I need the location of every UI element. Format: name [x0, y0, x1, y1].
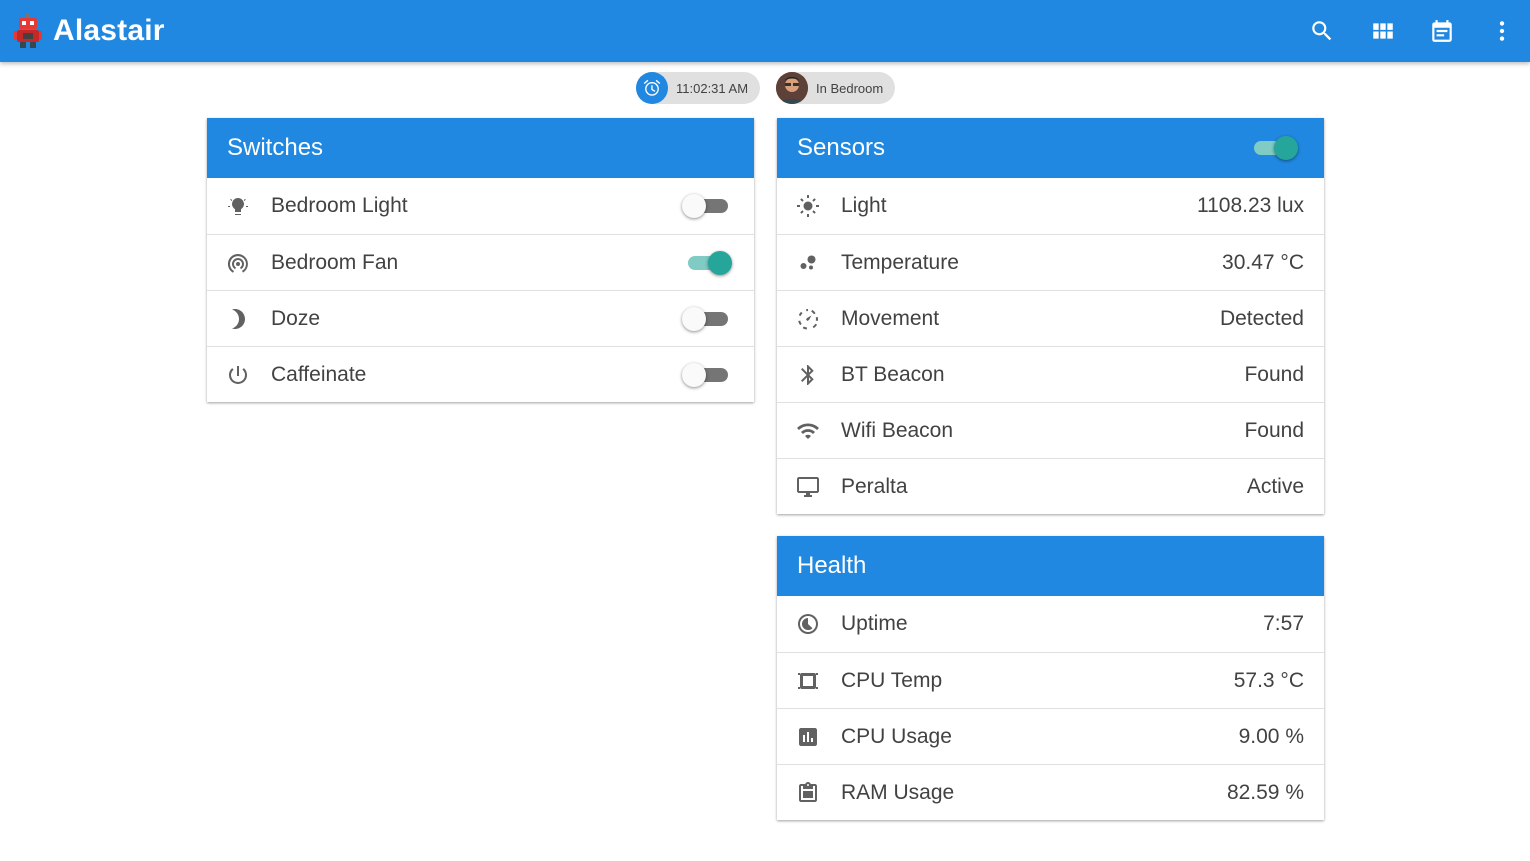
switch-row-caffeinate: Caffeinate	[207, 346, 754, 402]
switch-label: Doze	[271, 306, 321, 330]
sensor-row-wifi-beacon: Wifi Beacon Found	[777, 402, 1324, 458]
health-value: 82.59 %	[1226, 780, 1304, 804]
health-row-ram-usage: RAM Usage 82.59 %	[777, 764, 1324, 820]
sensor-row-temperature: Temperature 30.47 °C	[777, 234, 1324, 290]
health-row-uptime: Uptime 7:57	[777, 596, 1324, 652]
sensor-row-peralta: Peralta Active	[777, 458, 1324, 514]
sensor-label: Movement	[841, 306, 940, 330]
grid-view-button[interactable]	[1368, 16, 1398, 46]
moon-icon	[226, 307, 250, 331]
uptime-icon	[796, 612, 820, 636]
sensor-row-bt-beacon: BT Beacon Found	[777, 346, 1324, 402]
sensor-label: Wifi Beacon	[841, 418, 954, 442]
more-options-button[interactable]	[1487, 16, 1517, 46]
switches-card-header: Switches	[207, 118, 754, 178]
health-row-cpu-usage: CPU Usage 9.00 %	[777, 708, 1324, 764]
alarm-clock-icon	[636, 72, 668, 104]
search-icon	[1312, 21, 1332, 41]
clipboard-icon	[796, 781, 820, 805]
time-chip: 11:02:31 AM	[636, 72, 761, 104]
bar-chart-icon	[796, 725, 820, 749]
sensor-label: Peralta	[841, 474, 908, 498]
switch-row-bedroom-fan: Bedroom Fan	[207, 234, 754, 290]
switch-label: Caffeinate	[271, 362, 367, 386]
health-card-title: Health	[797, 552, 867, 579]
switch-label: Bedroom Fan	[271, 250, 399, 274]
bluetooth-icon	[796, 363, 820, 387]
health-row-cpu-temp: CPU Temp 57.3 °C	[777, 652, 1324, 708]
app-title: Alastair	[53, 14, 165, 47]
health-value: 7:57	[1263, 612, 1304, 635]
sensors-card: Sensors Light 1108.23 lux Temperature 30…	[777, 118, 1324, 514]
bedroom-light-toggle[interactable]	[682, 194, 730, 218]
switches-card: Switches Bedroom Light Bedroom Fan Doze …	[207, 118, 754, 402]
health-value: 9.00 %	[1238, 724, 1304, 748]
sensor-label: Light	[841, 194, 887, 217]
chip-icon	[796, 669, 820, 693]
search-button[interactable]	[1307, 16, 1337, 46]
calendar-icon	[1432, 20, 1452, 42]
caffeinate-toggle[interactable]	[682, 363, 730, 387]
desktop-icon	[796, 475, 820, 499]
presence-chip-label: In Bedroom	[816, 80, 884, 96]
motion-icon	[796, 307, 820, 331]
health-label: Uptime	[841, 612, 908, 635]
switch-row-bedroom-light: Bedroom Light	[207, 178, 754, 234]
sensor-value: Active	[1246, 474, 1304, 498]
bedroom-fan-toggle[interactable]	[686, 251, 732, 275]
sensor-value: 30.47 °C	[1222, 250, 1304, 274]
sensor-value: Found	[1244, 418, 1304, 442]
wifi-icon	[796, 419, 820, 443]
sensors-card-header: Sensors	[777, 118, 1324, 178]
sensor-value: 1108.23 lux	[1196, 194, 1304, 217]
time-chip-label: 11:02:31 AM	[676, 80, 749, 96]
bubbles-icon	[796, 251, 820, 275]
switch-row-doze: Doze	[207, 290, 754, 346]
brand[interactable]: Alastair	[14, 12, 165, 50]
more-vert-icon	[1499, 21, 1505, 41]
doze-toggle[interactable]	[682, 307, 730, 331]
health-card-header: Health	[777, 536, 1324, 596]
health-label: CPU Temp	[841, 668, 943, 692]
sensor-value: Detected	[1219, 306, 1304, 330]
power-icon	[226, 363, 250, 387]
robot-logo-icon	[14, 14, 42, 48]
switches-card-title: Switches	[227, 134, 324, 161]
health-label: RAM Usage	[841, 780, 955, 804]
sensor-value: Found	[1244, 362, 1304, 386]
sensor-label: BT Beacon	[841, 362, 945, 386]
app-bar: Alastair	[0, 0, 1530, 62]
health-label: CPU Usage	[841, 724, 952, 748]
calendar-button[interactable]	[1427, 16, 1457, 46]
fan-signal-icon	[226, 251, 250, 275]
sun-icon	[796, 194, 820, 218]
sensors-card-title: Sensors	[797, 134, 886, 161]
bulb-icon	[226, 194, 250, 218]
sensor-label: Temperature	[841, 250, 959, 274]
switch-label: Bedroom Light	[271, 194, 408, 217]
presence-chip: In Bedroom	[776, 72, 896, 104]
avatar	[776, 72, 808, 104]
sensors-enable-toggle[interactable]	[1252, 136, 1298, 160]
status-chips: 11:02:31 AM In Bedroom	[0, 72, 1530, 106]
grid-icon	[1373, 23, 1393, 39]
sensor-row-light: Light 1108.23 lux	[777, 178, 1324, 234]
health-value: 57.3 °C	[1233, 668, 1304, 692]
sensor-row-movement: Movement Detected	[777, 290, 1324, 346]
health-card: Health Uptime 7:57 CPU Temp 57.3 °C CPU …	[777, 536, 1324, 820]
